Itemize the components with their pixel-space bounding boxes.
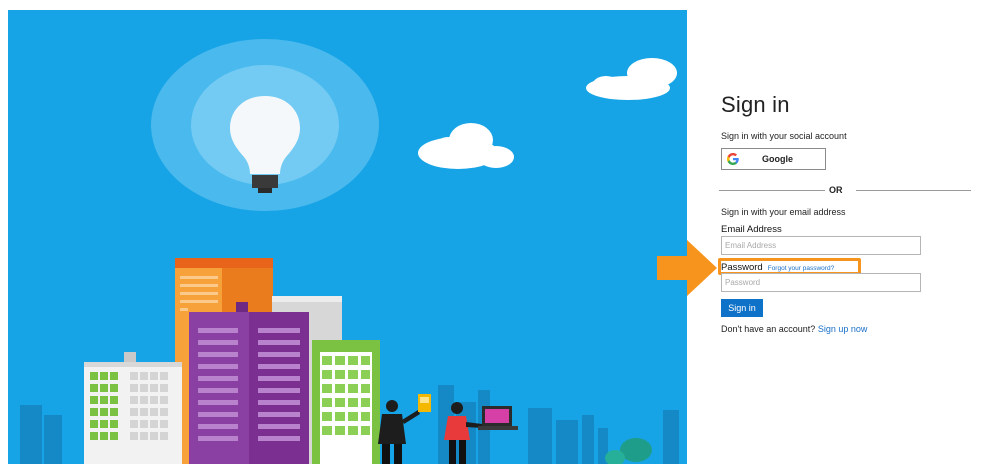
person-with-tablet-icon	[378, 394, 431, 464]
email-field-label: Email Address	[721, 224, 782, 235]
green-building	[312, 340, 380, 464]
signin-button[interactable]: Sign in	[721, 299, 763, 317]
email-signin-label: Sign in with your email address	[721, 207, 846, 217]
signup-row: Don't have an account? Sign up now	[721, 324, 867, 334]
cloud-icon	[418, 123, 514, 169]
password-input[interactable]	[721, 273, 921, 292]
divider-line	[856, 190, 971, 191]
email-input[interactable]	[721, 236, 921, 255]
white-building	[84, 352, 182, 464]
google-g-icon	[722, 153, 744, 165]
hero-illustration	[8, 10, 687, 464]
cloud-icon	[586, 58, 677, 100]
purple-building	[189, 302, 309, 464]
social-signin-label: Sign in with your social account	[721, 131, 847, 141]
divider-line	[719, 190, 825, 191]
signin-panel: Sign in Sign in with your social account…	[718, 0, 1001, 464]
google-signin-button[interactable]: Google	[721, 148, 826, 170]
or-divider: OR	[719, 185, 971, 197]
or-text: OR	[829, 185, 843, 195]
city-illustration	[20, 39, 679, 464]
google-button-label: Google	[762, 154, 793, 164]
orange-arrow-icon	[657, 240, 717, 296]
page-title: Sign in	[721, 92, 790, 117]
signup-prompt: Don't have an account?	[721, 324, 816, 334]
signup-link[interactable]: Sign up now	[818, 324, 868, 334]
